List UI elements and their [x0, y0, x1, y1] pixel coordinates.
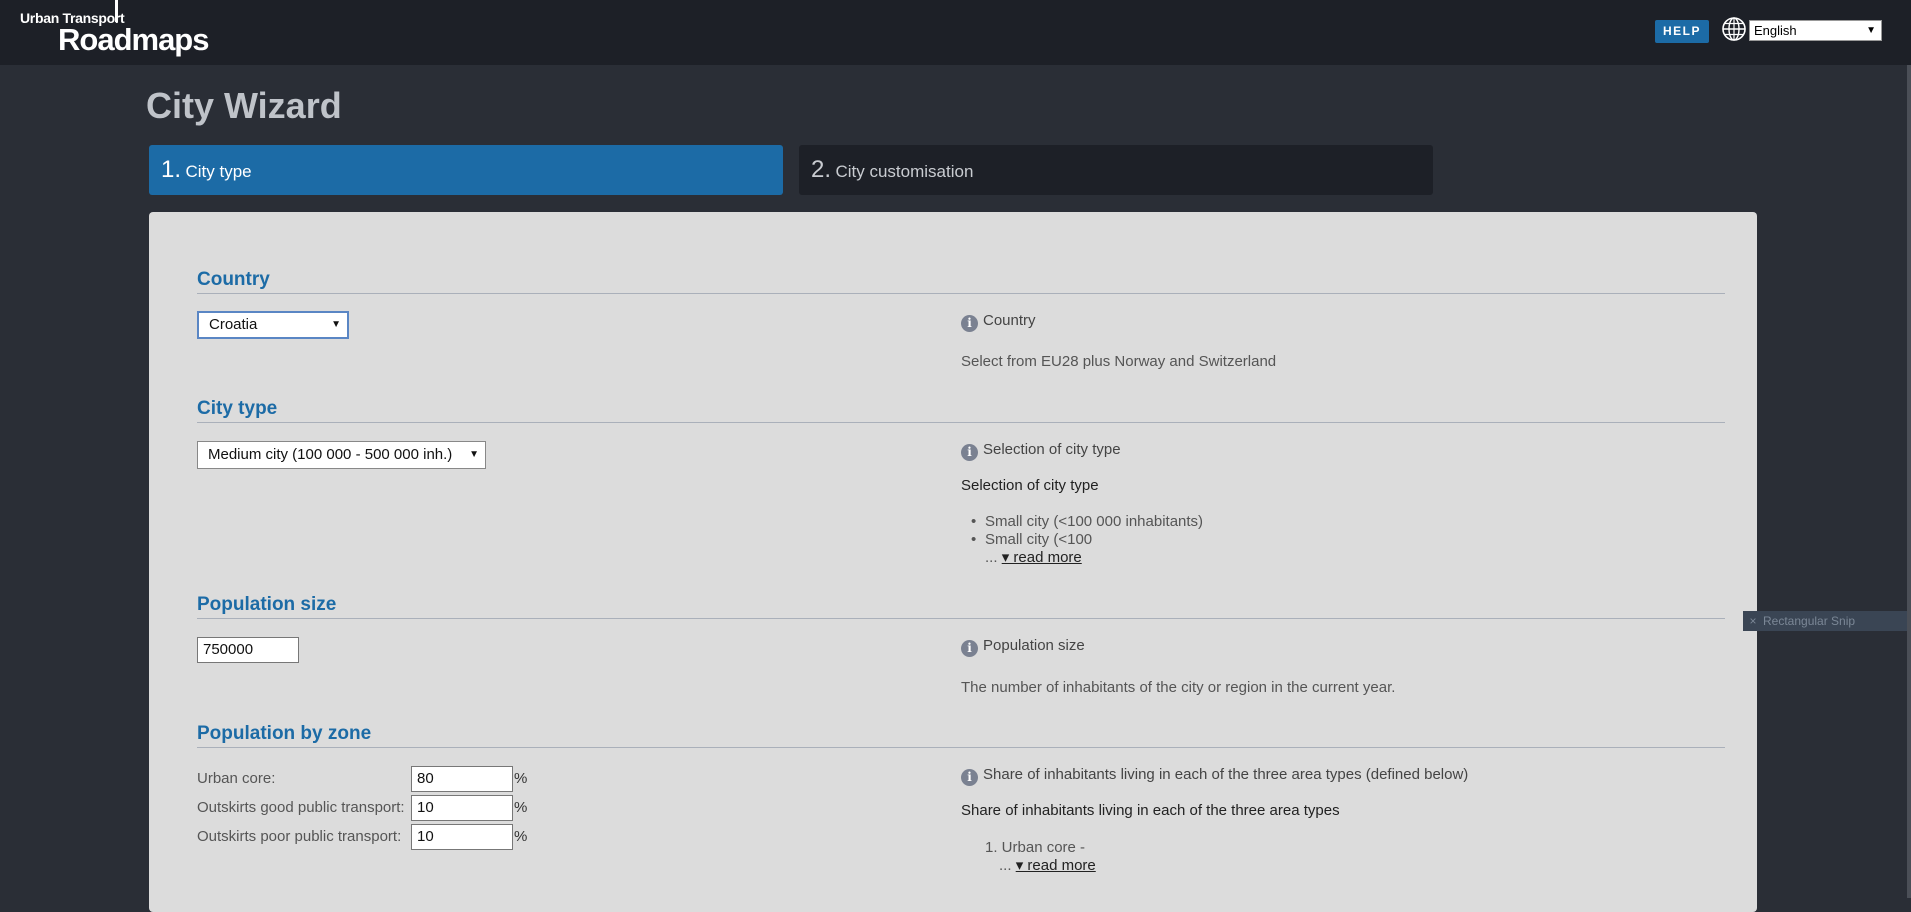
globe-icon: [1722, 17, 1746, 41]
wizard-panel: Country Croatia ▼ i Country Select from E…: [149, 212, 1757, 912]
scrollbar[interactable]: [1907, 65, 1911, 898]
info-icon: i: [961, 315, 978, 332]
population-size-input[interactable]: 750000: [197, 637, 299, 663]
population-by-zone-info: i Share of inhabitants living in each of …: [961, 766, 1468, 786]
zone-label-urban-core: Urban core:: [197, 770, 276, 787]
list-item: 1. Urban core -: [985, 839, 1086, 856]
close-icon[interactable]: ×: [1743, 611, 1763, 631]
language-value: English: [1754, 23, 1797, 38]
read-more-link[interactable]: ▾ read more: [1002, 549, 1082, 566]
tab-number: 2.: [811, 156, 832, 183]
outskirts-good-input[interactable]: 10: [411, 795, 513, 821]
read-more-row: ... ▾ read more: [985, 549, 1203, 567]
country-value: Croatia: [209, 316, 258, 333]
chevron-down-icon: ▼: [331, 319, 341, 330]
tab-city-type[interactable]: 1. City type: [149, 145, 783, 195]
logo-big-text: Roadmaps: [58, 22, 209, 57]
country-info: i Country: [961, 312, 1036, 332]
top-bar: Urban Transport Roadmaps HELP English ▼: [0, 0, 1911, 65]
divider: [197, 293, 1725, 294]
logo[interactable]: Urban Transport Roadmaps: [20, 0, 209, 60]
divider: [197, 618, 1725, 619]
section-title-population-by-zone: Population by zone: [197, 723, 372, 744]
zone-label-outskirts-good: Outskirts good public transport:: [197, 799, 405, 816]
tab-number: 1.: [161, 156, 182, 183]
population-by-zone-heading: Share of inhabitants living in each of t…: [961, 802, 1340, 819]
read-more-row: ... ▾ read more: [985, 857, 1096, 875]
country-description: Select from EU28 plus Norway and Switzer…: [961, 353, 1277, 370]
chevron-down-icon: ▼: [469, 449, 479, 460]
tab-label: City customisation: [835, 162, 974, 181]
country-select[interactable]: Croatia ▼: [197, 311, 349, 339]
info-title: Share of inhabitants living in each of t…: [983, 766, 1469, 783]
population-by-zone-list: 1. Urban core - ... ▾ read more: [985, 839, 1096, 875]
outskirts-poor-input[interactable]: 10: [411, 824, 513, 850]
logo-bar: [115, 0, 118, 22]
info-icon: i: [961, 769, 978, 786]
city-type-info: i Selection of city type: [961, 441, 1121, 461]
chevron-down-icon: ▼: [1866, 25, 1876, 36]
list-item: Small city (<100: [971, 531, 1203, 549]
divider: [197, 422, 1725, 423]
info-icon: i: [961, 640, 978, 657]
info-title: Country: [983, 312, 1036, 329]
tab-city-customisation[interactable]: 2. City customisation: [799, 145, 1433, 195]
population-size-info: i Population size: [961, 637, 1085, 657]
info-title: Selection of city type: [983, 441, 1121, 458]
section-title-city-type: City type: [197, 398, 278, 419]
ellipsis: ...: [985, 549, 998, 566]
city-type-select[interactable]: Medium city (100 000 - 500 000 inh.) ▼: [197, 441, 486, 469]
info-icon: i: [961, 444, 978, 461]
read-more-link[interactable]: ▾ read more: [1016, 857, 1096, 874]
rectangular-snip-overlay[interactable]: × Rectangular Snip: [1743, 611, 1911, 631]
snip-label: Rectangular Snip: [1763, 614, 1856, 628]
info-title: Population size: [983, 637, 1085, 654]
zone-label-outskirts-poor: Outskirts poor public transport:: [197, 828, 402, 845]
language-select[interactable]: English ▼: [1749, 20, 1882, 41]
percent-unit: %: [514, 770, 528, 787]
list-item: Small city (<100 000 inhabitants): [971, 513, 1203, 531]
ellipsis: ...: [999, 857, 1012, 874]
tab-label: City type: [185, 162, 252, 181]
help-button[interactable]: HELP: [1655, 20, 1709, 43]
percent-unit: %: [514, 828, 528, 845]
city-type-value: Medium city (100 000 - 500 000 inh.): [208, 446, 453, 463]
urban-core-input[interactable]: 80: [411, 766, 513, 792]
section-title-country: Country: [197, 269, 270, 290]
population-size-description: The number of inhabitants of the city or…: [961, 679, 1396, 696]
divider: [197, 747, 1725, 748]
page-title: City Wizard: [146, 85, 342, 126]
percent-unit: %: [514, 799, 528, 816]
city-type-heading: Selection of city type: [961, 477, 1099, 494]
city-type-list: Small city (<100 000 inhabitants) Small …: [971, 513, 1203, 567]
section-title-population-size: Population size: [197, 594, 337, 615]
